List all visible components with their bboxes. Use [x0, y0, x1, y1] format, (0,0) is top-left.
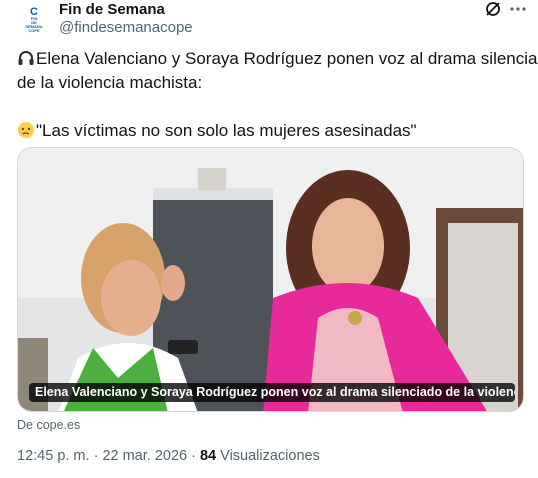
link-source[interactable]: De cope.es [17, 418, 80, 432]
tweet-text: Elena Valenciano y Soraya Rodríguez pone… [17, 47, 538, 143]
more-icon[interactable] [508, 0, 528, 18]
grok-icon[interactable] [484, 0, 502, 18]
tweet-meta: 12:45 p. m. · 22 mar. 2026 · 84 Visualiz… [17, 448, 320, 464]
avatar-text-4: COPE [28, 28, 40, 33]
tweet-text-line2: de la violencia machista: [17, 73, 203, 92]
views-count: 84 [199, 448, 217, 464]
tweet-time[interactable]: 12:45 p. m. [17, 448, 90, 464]
meta-separator-1: · [89, 448, 103, 464]
tweet-line-quote: "Las víctimas no son solo las mujeres as… [17, 119, 522, 143]
author-handle[interactable]: @findesemanacope [59, 19, 193, 36]
media-caption: Elena Valenciano y Soraya Rodríguez pone… [29, 383, 515, 402]
news-photo [18, 148, 523, 411]
crying-face-icon [18, 122, 34, 138]
tweet-text-line1: Elena Valenciano y Soraya Rodríguez pone… [36, 49, 538, 68]
tweet-date[interactable]: 22 mar. 2026 [102, 448, 187, 464]
author-name[interactable]: Fin de Semana [59, 1, 165, 18]
media-card[interactable] [17, 147, 524, 412]
tweet-line-1: Elena Valenciano y Soraya Rodríguez pone… [17, 47, 538, 71]
meta-separator-2: · [187, 448, 200, 464]
tweet-quote: "Las víctimas no son solo las mujeres as… [36, 121, 417, 140]
headphones-icon [18, 51, 34, 65]
views-label: Visualizaciones [216, 448, 320, 464]
avatar[interactable]: C FIN DE SEMANA COPE [17, 3, 51, 37]
